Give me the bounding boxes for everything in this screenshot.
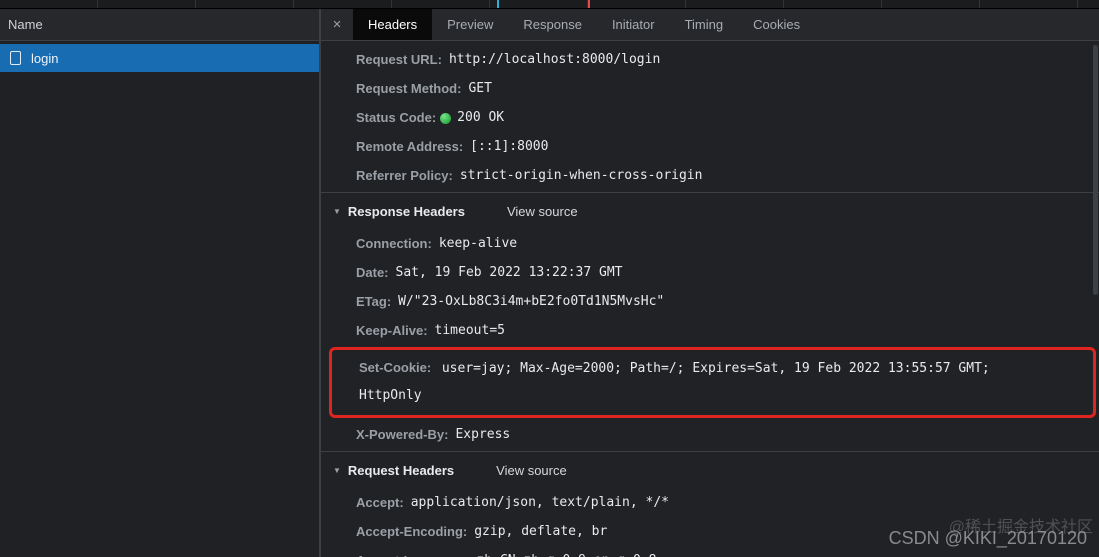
request-headers-section-header[interactable]: ▼ Request Headers View source [321,452,1099,488]
header-row-keep-alive: Keep-Alive: timeout=5 [321,316,1099,345]
header-value: application/json, text/plain, */* [410,495,669,510]
header-value: 200 OK [457,110,505,125]
vertical-scrollbar-thumb[interactable] [1093,45,1098,295]
header-key: X-Powered-By: [356,427,449,442]
view-source-link[interactable]: View source [496,463,567,478]
document-icon [10,51,21,65]
header-key: Status Code: [356,110,437,125]
section-title: Request Headers [347,462,455,478]
collapse-triangle-icon: ▼ [333,465,341,475]
close-icon[interactable]: × [321,9,353,40]
header-key: Request Method: [356,81,462,96]
tab-headers[interactable]: Headers [353,9,433,40]
load-event-tick [588,0,590,8]
header-key: Keep-Alive: [356,323,428,338]
header-value: http://localhost:8000/login [448,52,661,67]
header-row-referrer-policy: Referrer Policy: strict-origin-when-cros… [321,161,1099,190]
tab-timing[interactable]: Timing [670,9,739,40]
request-row-label: login [31,50,59,66]
header-row-accept-language: Accept-Language: zh-CN,zh;q=0.9,en;q=0.8 [321,546,1099,557]
header-row-accept-encoding: Accept-Encoding: gzip, deflate, br [321,517,1099,546]
header-key: Accept-Language: [356,553,469,557]
header-row-request-url: Request URL: http://localhost:8000/login [321,45,1099,74]
details-tabbar: × Headers Preview Response Initiator Tim… [321,9,1099,41]
request-row-login[interactable]: login [0,44,319,72]
collapse-triangle-icon: ▼ [333,206,341,216]
status-ok-dot-icon [440,112,452,124]
header-key: Request URL: [356,52,442,67]
set-cookie-highlight-box: Set-Cookie: user=jay; Max-Age=2000; Path… [329,347,1096,418]
header-row-accept: Accept: application/json, text/plain, */… [321,488,1099,517]
header-value: gzip, deflate, br [474,524,608,539]
tab-cookies[interactable]: Cookies [738,9,815,40]
name-column-label: Name [8,17,43,32]
name-column-header[interactable]: Name [0,9,319,41]
header-key: ETag: [356,294,392,309]
header-row-etag: ETag: W/"23-OxLb8C3i4m+bE2fo0Td1N5MvsHc" [321,287,1099,316]
header-value: Express [455,427,511,442]
header-key: Remote Address: [356,139,464,154]
tab-preview[interactable]: Preview [432,9,508,40]
domcontentloaded-tick [497,0,499,8]
header-key: Connection: [356,236,432,251]
tab-response[interactable]: Response [508,9,597,40]
request-details-panel: × Headers Preview Response Initiator Tim… [321,9,1099,557]
header-row-connection: Connection: keep-alive [321,229,1099,258]
header-row-request-method: Request Method: GET [321,74,1099,103]
header-key: Set-Cookie: [359,360,432,375]
header-value: strict-origin-when-cross-origin [459,168,703,183]
header-value: GET [468,81,492,96]
header-value: Sat, 19 Feb 2022 13:22:37 GMT [395,265,623,280]
devtools-network-panel: { "colors": { "selection_blue": "#176cb2… [0,0,1099,557]
header-key: Accept: [356,495,404,510]
header-value-line1: user=jay; Max-Age=2000; Path=/; Expires=… [441,361,990,376]
view-source-link[interactable]: View source [507,204,578,219]
header-value: timeout=5 [434,323,505,338]
header-row-remote-address: Remote Address: [::1]:8000 [321,132,1099,161]
header-key: Referrer Policy: [356,168,453,183]
header-value-line2: HttpOnly [359,388,422,403]
tab-initiator[interactable]: Initiator [597,9,670,40]
headers-content: Request URL: http://localhost:8000/login… [321,41,1099,557]
request-list-panel: Name login [0,9,321,557]
header-value: zh-CN,zh;q=0.9,en;q=0.8 [476,553,656,557]
header-value: W/"23-OxLb8C3i4m+bE2fo0Td1N5MvsHc" [398,294,665,309]
header-key: Accept-Encoding: [356,524,468,539]
header-value: [::1]:8000 [470,139,549,154]
section-title: Response Headers [347,203,465,219]
header-row-status-code: Status Code: 200 OK [321,103,1099,132]
header-row-x-powered-by: X-Powered-By: Express [321,420,1099,449]
response-headers-section-header[interactable]: ▼ Response Headers View source [321,193,1099,229]
header-key: Date: [356,265,389,280]
network-overview-strip[interactable] [0,0,1099,9]
header-row-date: Date: Sat, 19 Feb 2022 13:22:37 GMT [321,258,1099,287]
header-value: keep-alive [438,236,518,251]
network-main-split: Name login × Headers Preview Response In… [0,9,1099,557]
